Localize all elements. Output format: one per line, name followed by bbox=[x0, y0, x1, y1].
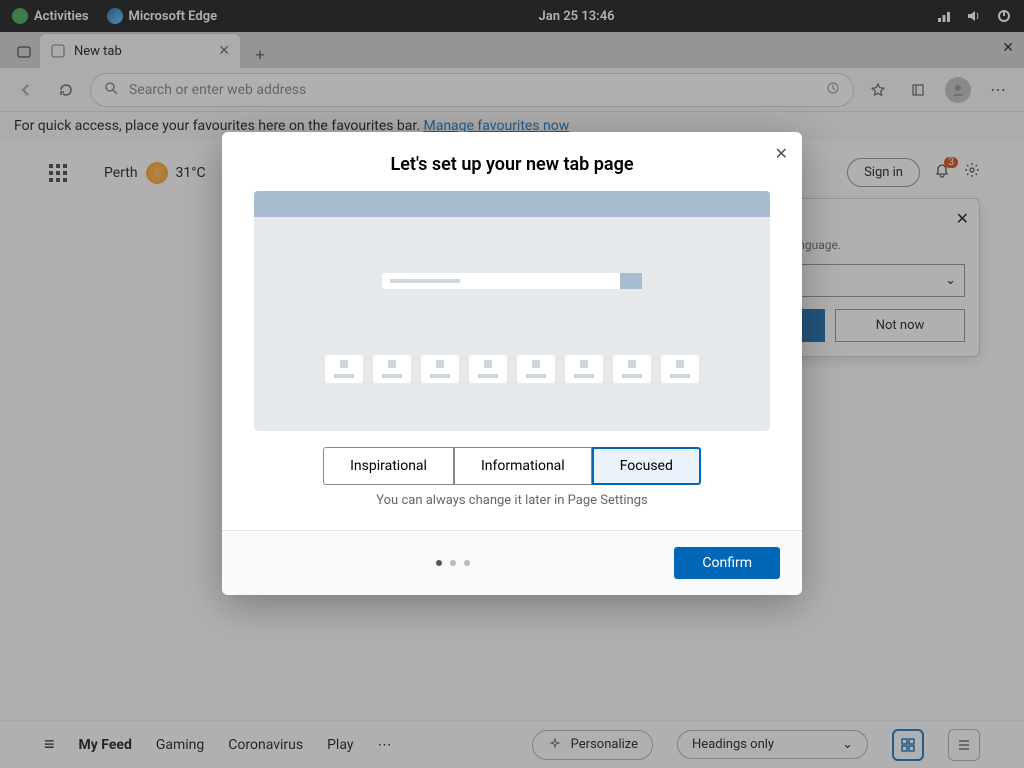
modal-close-icon[interactable]: ✕ bbox=[775, 144, 788, 163]
step-dot bbox=[464, 560, 470, 566]
setup-modal: ✕ Let's set up your new tab page Inspira… bbox=[222, 132, 802, 595]
layout-option-informational[interactable]: Informational bbox=[454, 447, 592, 485]
confirm-button[interactable]: Confirm bbox=[674, 547, 780, 579]
step-dot bbox=[436, 560, 442, 566]
modal-hint: You can always change it later in Page S… bbox=[222, 493, 802, 530]
layout-preview bbox=[254, 191, 770, 431]
layout-option-focused[interactable]: Focused bbox=[592, 447, 701, 485]
step-dots bbox=[436, 560, 470, 566]
step-dot bbox=[450, 560, 456, 566]
modal-title: Let's set up your new tab page bbox=[222, 132, 802, 191]
layout-segmented-control: Inspirational Informational Focused bbox=[222, 447, 802, 485]
layout-option-inspirational[interactable]: Inspirational bbox=[323, 447, 454, 485]
